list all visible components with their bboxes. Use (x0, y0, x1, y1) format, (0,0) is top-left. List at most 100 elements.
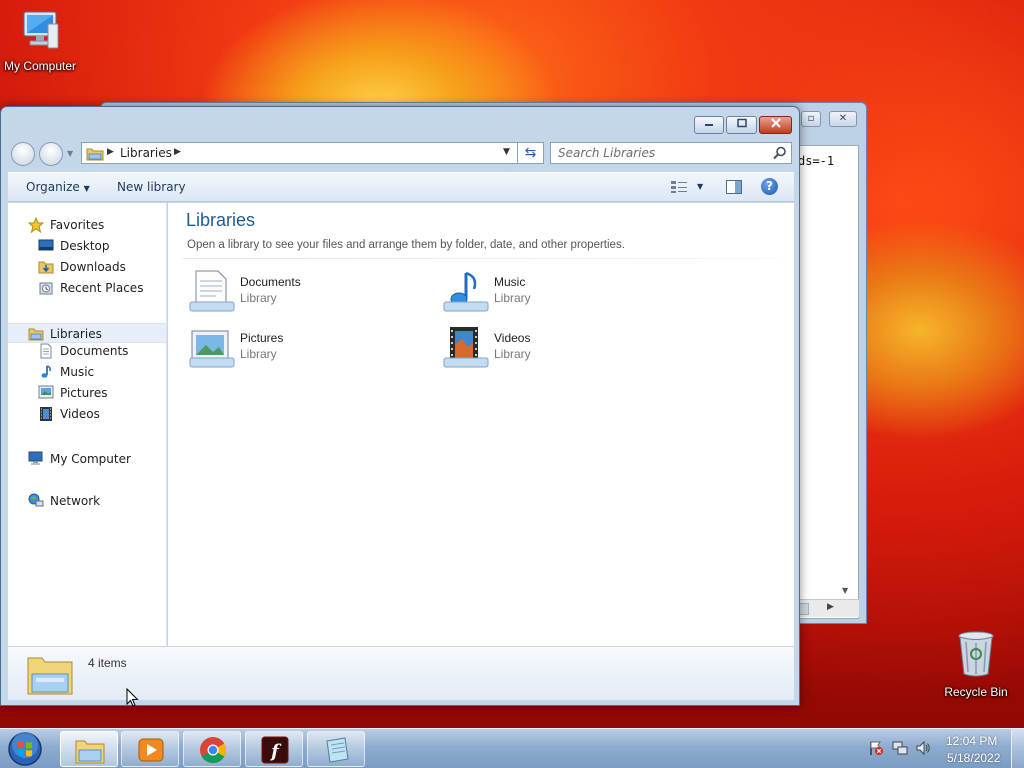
close-icon (770, 118, 781, 128)
libraries-folder-icon (27, 657, 73, 695)
taskbar-flash[interactable]: f (245, 731, 303, 767)
address-bar[interactable]: ▶ Libraries ▶ ▼ (81, 142, 518, 164)
refresh-icon: ⇆ (524, 145, 537, 161)
organize-button[interactable]: Organize ▼ (26, 180, 90, 194)
breadcrumb-separator-icon[interactable]: ▶ (174, 147, 181, 157)
breadcrumb-separator-icon[interactable]: ▶ (107, 147, 114, 157)
clock-time[interactable]: 12:04 PM (946, 734, 997, 748)
navigation-pane: Favorites Desktop Downloads Recent Place… (8, 203, 167, 646)
preview-pane-icon[interactable] (726, 180, 742, 194)
recent-places-icon (39, 282, 53, 295)
desktop-icon-my-computer[interactable]: My Computer (0, 10, 80, 73)
network-icon (28, 493, 44, 507)
recycle-bin-icon (958, 631, 994, 677)
nav-item-my-computer[interactable]: My Computer (8, 449, 166, 469)
maximize-button[interactable] (726, 116, 757, 134)
network-status-icon[interactable] (892, 740, 908, 756)
content-pane: Libraries Open a library to see your fil… (168, 203, 794, 646)
divider (183, 258, 778, 259)
minimize-icon (705, 124, 713, 126)
desktop-icon-label: My Computer (3, 59, 77, 73)
system-tray: 12:04 PM 5/18/2022 (862, 729, 1024, 768)
page-title: Libraries (186, 210, 256, 230)
search-box[interactable] (550, 142, 792, 164)
desktop-icon-label: Recycle Bin (944, 685, 1008, 699)
start-button[interactable] (4, 730, 46, 768)
new-library-button[interactable]: New library (117, 180, 186, 194)
desktop-icon-recycle-bin[interactable]: Recycle Bin (938, 630, 1014, 699)
scroll-right-arrow-icon[interactable]: ▶ (827, 602, 834, 612)
flash-icon: f (261, 736, 289, 764)
favorites-star-icon (28, 217, 44, 233)
taskbar-media-player[interactable] (121, 731, 179, 767)
music-icon (41, 365, 51, 378)
nav-item-network[interactable]: Network (8, 491, 166, 511)
horizontal-scrollbar[interactable]: ▶ (795, 599, 859, 617)
volume-icon[interactable] (915, 740, 931, 756)
back-button[interactable] (11, 142, 35, 166)
windows-explorer-icon (75, 740, 105, 764)
computer-icon (23, 11, 59, 49)
change-view-icon[interactable] (670, 180, 690, 194)
videos-library-icon (443, 327, 489, 368)
recent-pages-dropdown-icon[interactable]: ▼ (67, 149, 73, 158)
help-icon[interactable]: ? (761, 178, 778, 195)
library-name: Music (494, 275, 526, 289)
libraries-folder-icon (86, 148, 104, 161)
breadcrumb-libraries[interactable]: Libraries (120, 146, 172, 160)
libraries-folder-icon (28, 328, 44, 341)
page-description: Open a library to see your files and arr… (187, 239, 625, 251)
library-name: Videos (494, 331, 531, 345)
nav-item-desktop[interactable]: Desktop (8, 236, 166, 256)
nav-item-downloads[interactable]: Downloads (8, 257, 166, 277)
library-item-documents[interactable]: Documents Library (186, 269, 426, 319)
library-item-videos[interactable]: Videos Library (440, 325, 680, 375)
library-type: Library (494, 291, 531, 305)
library-type: Library (494, 347, 531, 361)
clock-date[interactable]: 5/18/2022 (947, 751, 1000, 765)
pictures-library-icon (189, 330, 235, 368)
taskbar-notepad[interactable] (307, 731, 365, 767)
nav-item-documents[interactable]: Documents (8, 341, 166, 361)
background-window-maximize-button[interactable]: ▫ (801, 111, 821, 127)
taskbar-chrome[interactable] (183, 731, 241, 767)
scroll-down-arrow-icon[interactable]: ▼ (842, 586, 848, 595)
command-bar: Organize ▼ New library ▼ ? (8, 172, 794, 202)
nav-item-libraries[interactable]: Libraries (8, 323, 166, 343)
music-library-icon (443, 271, 489, 312)
background-window-close-button[interactable]: ✕ (829, 111, 857, 127)
address-dropdown-icon[interactable]: ▼ (503, 147, 510, 157)
pictures-icon (38, 385, 54, 399)
view-options-dropdown-icon[interactable]: ▼ (697, 182, 703, 191)
library-item-music[interactable]: Music Library (440, 269, 680, 319)
taskbar-windows-explorer[interactable] (60, 731, 118, 767)
search-icon[interactable] (773, 146, 787, 160)
close-button[interactable] (759, 116, 792, 134)
background-window-text-area[interactable]: ds=-1 ▼ (795, 145, 859, 619)
forward-button[interactable] (39, 142, 63, 166)
nav-item-favorites[interactable]: Favorites (8, 215, 166, 235)
desktop-icon (38, 239, 54, 251)
item-count: 4 items (88, 656, 127, 670)
nav-item-recent-places[interactable]: Recent Places (8, 278, 166, 298)
chrome-icon (200, 737, 227, 764)
show-desktop-button[interactable] (1011, 729, 1024, 768)
documents-library-icon (189, 270, 235, 312)
mouse-cursor-icon (126, 688, 139, 707)
refresh-button[interactable]: ⇆ (518, 142, 544, 164)
minimize-button[interactable] (694, 116, 724, 134)
library-item-pictures[interactable]: Pictures Library (186, 325, 426, 375)
notepad-icon (326, 737, 349, 763)
library-type: Library (240, 291, 277, 305)
action-center-flag-icon[interactable] (868, 740, 884, 756)
nav-item-videos[interactable]: Videos (8, 404, 166, 424)
library-name: Documents (240, 275, 301, 289)
nav-item-music[interactable]: Music (8, 362, 166, 382)
nav-item-pictures[interactable]: Pictures (8, 383, 166, 403)
explorer-window: ▼ ▶ Libraries ▶ ▼ ⇆ Organize ▼ New libra… (0, 106, 800, 706)
documents-icon (40, 343, 52, 359)
search-input[interactable] (551, 143, 771, 163)
downloads-folder-icon (38, 261, 54, 274)
taskbar: f 12:04 PM 5/18/2022 (0, 728, 1024, 768)
maximize-icon (736, 118, 747, 128)
